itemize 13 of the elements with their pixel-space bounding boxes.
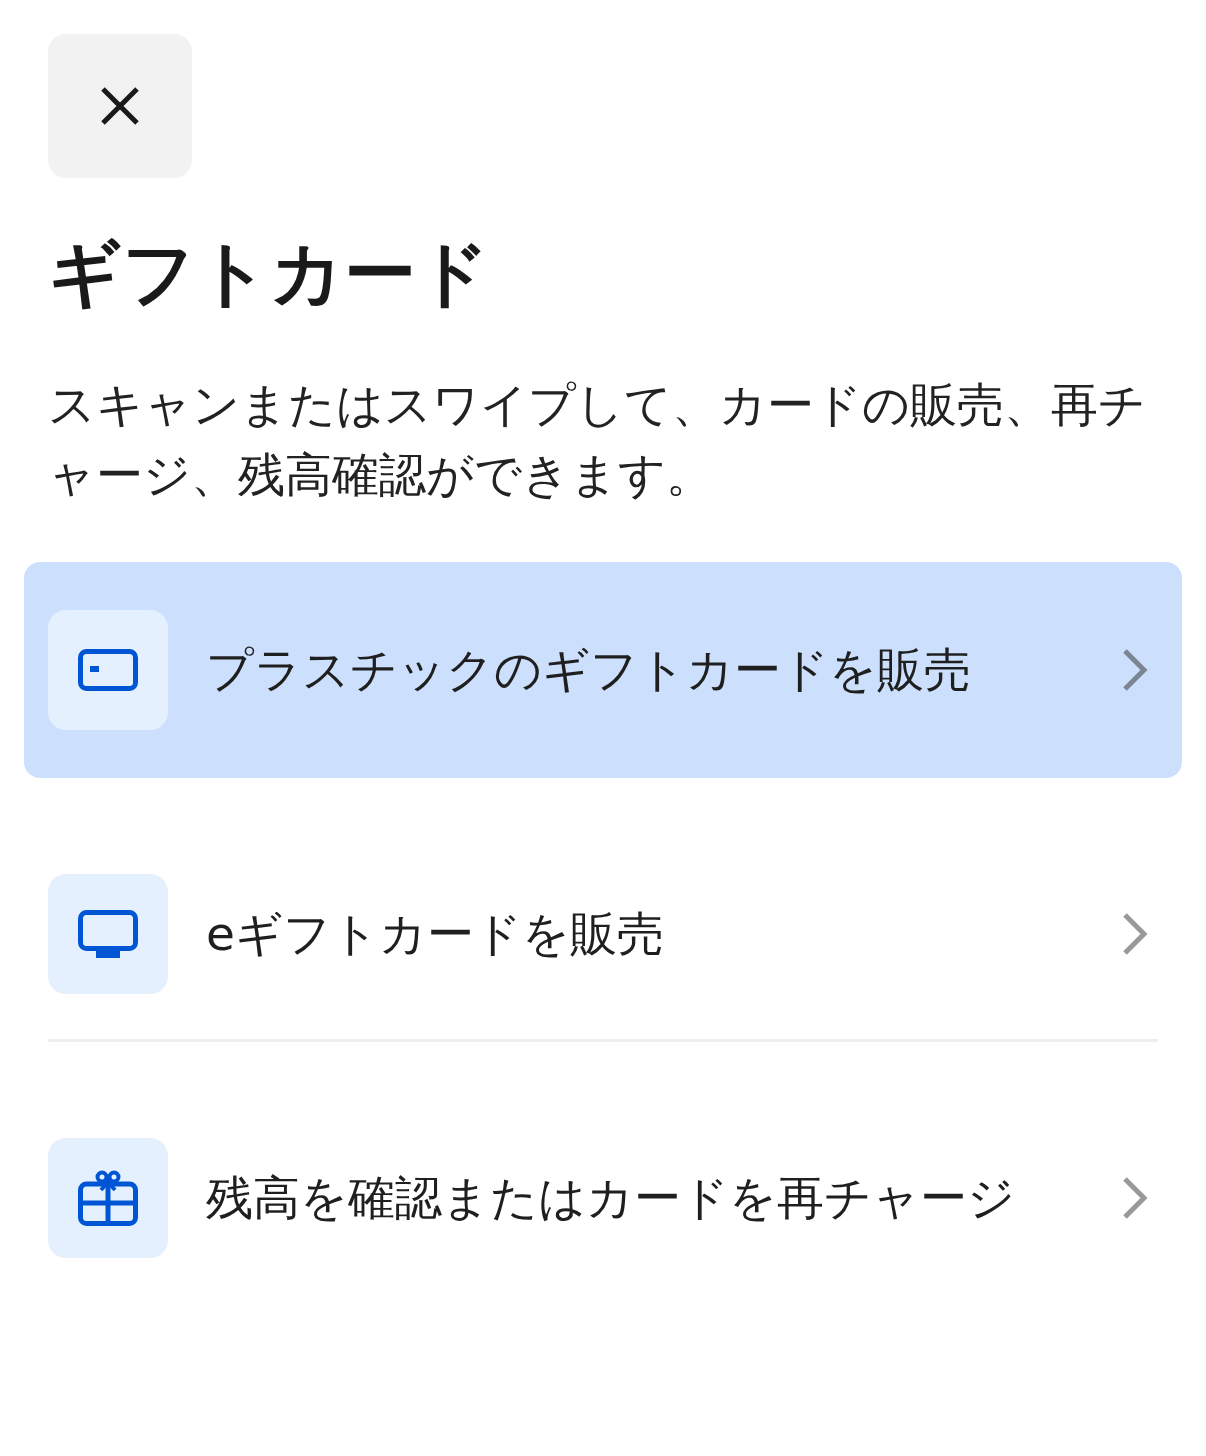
close-icon [99,85,141,127]
menu-item[interactable]: 残高を確認またはカードを再チャージ [24,1090,1182,1306]
gift-icon [48,1138,168,1258]
monitor-icon [48,874,168,994]
menu-item[interactable]: eギフトカードを販売 [24,826,1182,1042]
chevron-icon [1122,1176,1148,1220]
chevron-icon [1122,648,1148,692]
page-title: ギフトカード [48,230,491,316]
close-button[interactable] [48,34,192,178]
card-icon [48,610,168,730]
menu-item[interactable]: プラスチックのギフトカードを販売 [24,562,1182,778]
chevron-icon [1122,912,1148,956]
description-text: スキャンまたはスワイプして、カードの販売、再チャージ、残高確認ができます。 [48,376,1147,504]
